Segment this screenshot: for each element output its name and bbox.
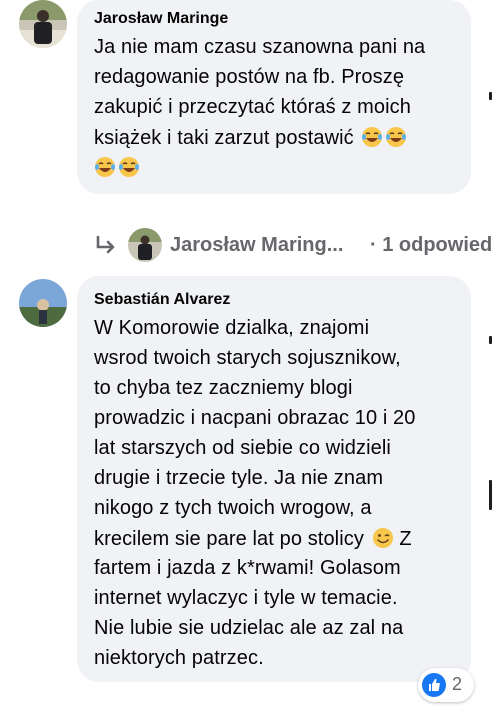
comment-emoji-line (94, 156, 140, 180)
comment-author[interactable]: Jarosław Maringe (94, 10, 228, 28)
edge-mark (489, 336, 492, 344)
like-icon (422, 673, 446, 697)
comment-bubble-1: Jarosław Maringe Ja nie mam czasu szanow… (77, 0, 471, 194)
comment-text-line: lat starszych od siebie co widzieli (94, 437, 391, 459)
edge-mark (489, 480, 492, 510)
winking-face-icon (372, 527, 394, 549)
comment-text-line: wsrod twoich starych sojusznikow, (94, 347, 401, 369)
laughing-tears-emoji-icon (94, 156, 116, 178)
reaction-count: 2 (452, 674, 463, 694)
reaction-summary[interactable]: 2 (418, 668, 474, 702)
laughing-tears-emoji-icon (361, 126, 383, 148)
comment-text-line: książek i taki zarzut postawić (94, 126, 407, 150)
comment-text-line: prowadzic i nacpani obrazac 10 i 20 (94, 407, 416, 429)
comment-text-segment: krecilem sie pare lat po stolicy (94, 528, 364, 550)
comment-text-line: Ja nie mam czasu szanowna pani na (94, 36, 426, 58)
comment-text-line: drugie i trzecie tyle. Ja nie znam (94, 467, 384, 489)
comment-text-segment: książek i taki zarzut postawić (94, 127, 354, 149)
comment-text-line: to chyba tez zaczniemy blogi (94, 377, 353, 399)
comment-text-line: niektorych patrzec. (94, 647, 264, 669)
comment-text-line: redagowanie postów na fb. Proszę (94, 66, 405, 88)
laughing-tears-emoji-icon (385, 126, 407, 148)
edge-mark (489, 92, 492, 100)
comment-text-line: internet wylaczyc i tyle w temacie. (94, 587, 398, 609)
avatar-jaroslaw[interactable] (19, 0, 67, 48)
comment-text-line: krecilem sie pare lat po stolicy Z (94, 527, 412, 551)
comment-text-line: zakupić i przeczytać któraś z moich (94, 96, 411, 118)
comment-text-segment: Z (399, 528, 412, 550)
comment-text-line: W Komorowie dzialka, znajomi (94, 317, 370, 339)
comment-text-line: nikogo z tych twoich wrogow, a (94, 497, 372, 519)
reply-count[interactable]: · 1 odpowiedź (370, 234, 493, 257)
avatar-sebastian[interactable] (19, 279, 67, 327)
comment-text-line: fartem i jazda z k*rwami! Golasom (94, 557, 401, 579)
reply-avatar[interactable] (128, 228, 162, 262)
laughing-tears-emoji-icon (118, 156, 140, 178)
reply-arrow-icon (94, 234, 118, 263)
reply-author-name[interactable]: Jarosław Maring... (170, 234, 343, 257)
comment-text-line: Nie lubie sie udzielac ale az zal na (94, 617, 404, 639)
comment-bubble-2: Sebastián Alvarez W Komorowie dzialka, z… (77, 276, 471, 682)
comment-author[interactable]: Sebastián Alvarez (94, 291, 230, 309)
reply-thread-link[interactable]: Jarosław Maring... · 1 odpowiedź (94, 228, 493, 264)
